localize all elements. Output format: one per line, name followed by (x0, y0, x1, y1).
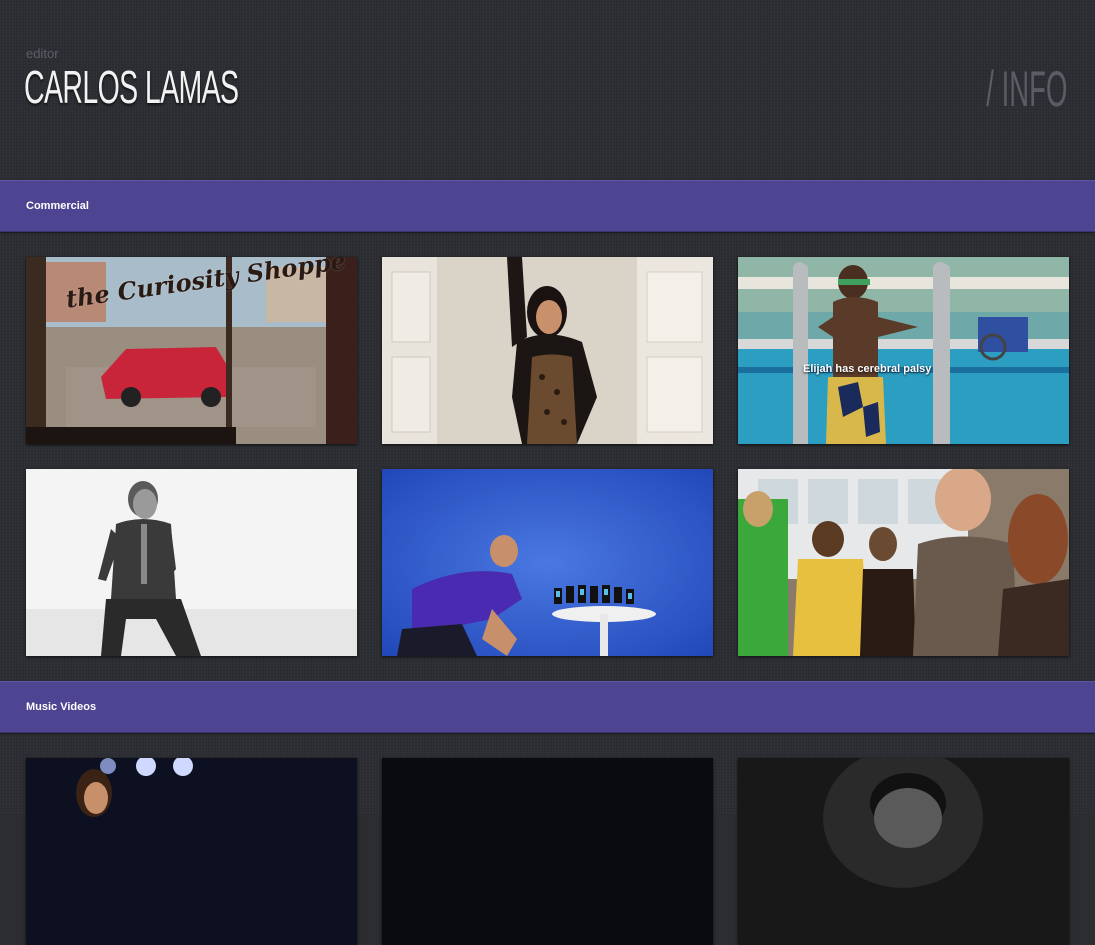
section-title: Music Videos (26, 701, 97, 713)
video-thumbnail-party[interactable] (738, 469, 1069, 656)
section-title: Commercial (26, 200, 89, 212)
section-header-commercial[interactable]: Commercial (0, 180, 1095, 232)
video-thumbnail-phones[interactable] (382, 469, 713, 656)
thumbnail-image (382, 469, 713, 656)
site-title[interactable]: CARLOS LAMAS (24, 60, 239, 114)
video-thumbnail-elijah[interactable]: Elijah has cerebral palsy (738, 257, 1069, 444)
info-nav-link[interactable]: / INFO (986, 60, 1067, 118)
thumbnail-image (382, 257, 713, 444)
thumbnail-image (382, 758, 713, 945)
nav-separator: / (985, 61, 994, 117)
video-thumbnail-man-white[interactable] (26, 469, 357, 656)
video-thumbnail-music-1[interactable] (26, 758, 357, 945)
thumbnail-image (738, 257, 1069, 444)
section-header-music-videos[interactable]: Music Videos (0, 681, 1095, 733)
thumbnail-image (738, 469, 1069, 656)
video-thumbnail-curiosity-shoppe[interactable]: the Curiosity Shoppe (26, 257, 357, 444)
video-caption: Elijah has cerebral palsy (803, 363, 932, 375)
site-header: editor CARLOS LAMAS / INFO (0, 0, 1095, 180)
thumbnail-image (26, 758, 357, 945)
thumbnail-image (738, 758, 1069, 945)
role-label: editor (26, 46, 59, 61)
info-label: INFO (1001, 61, 1067, 117)
video-thumbnail-music-3[interactable] (738, 758, 1069, 945)
video-thumbnail-model[interactable] (382, 257, 713, 444)
thumbnail-image (26, 469, 357, 656)
video-thumbnail-music-2[interactable] (382, 758, 713, 945)
